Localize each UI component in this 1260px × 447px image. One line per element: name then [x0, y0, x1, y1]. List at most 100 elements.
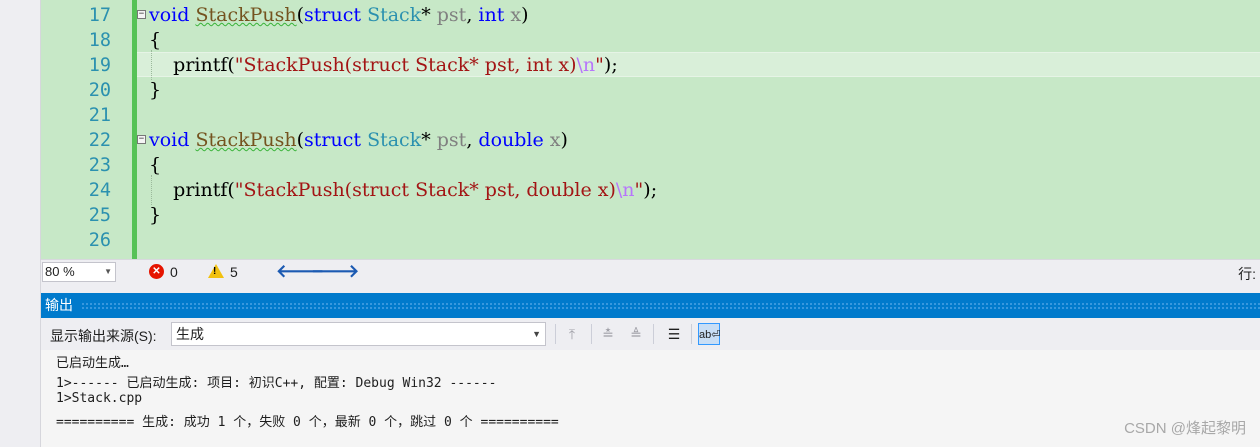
line-number: 17 — [88, 5, 111, 26]
line-number: 19 — [88, 55, 111, 76]
toolbar-separator — [691, 324, 692, 344]
code-token: struct — [304, 4, 362, 26]
next-message-icon[interactable]: ≜ — [625, 323, 647, 345]
code-line[interactable]: } — [137, 78, 1260, 103]
code-token: StackPush — [195, 129, 297, 151]
left-strip — [0, 0, 41, 447]
line-number: 24 — [88, 180, 111, 201]
code-text: void StackPush(struct Stack* pst, double… — [149, 128, 568, 153]
code-token: } — [149, 79, 162, 101]
toolbar-separator — [555, 324, 556, 344]
code-token: x — [510, 4, 522, 26]
output-line: ========== 生成: 成功 1 个，失败 0 个，最新 0 个，跳过 0… — [56, 414, 559, 430]
code-token: "StackPush(struct Stack* pst, int x) — [234, 54, 577, 76]
code-token: , — [466, 4, 479, 26]
arrow-right-icon[interactable]: 🡒 — [311, 261, 359, 282]
toolbar-separator — [653, 324, 654, 344]
clear-all-icon[interactable]: ☰ — [663, 323, 685, 345]
code-token: Stack — [367, 4, 422, 26]
code-token: ( — [296, 4, 305, 26]
code-token: pst — [436, 4, 467, 26]
word-wrap-icon[interactable]: ab⏎ — [698, 323, 720, 345]
chevron-down-icon: ▼ — [532, 329, 541, 339]
code-line[interactable]: printf("StackPush(struct Stack* pst, int… — [137, 53, 1260, 78]
output-panel-title[interactable]: 输出 — [41, 293, 1260, 318]
warning-count[interactable]: 5 — [230, 264, 238, 280]
code-line[interactable]: { — [137, 28, 1260, 53]
code-token: ) — [560, 129, 568, 151]
row-indicator: 行: — [1238, 266, 1256, 282]
code-text: } — [149, 203, 161, 228]
warning-icon[interactable]: ! — [208, 264, 224, 278]
line-number: 25 — [88, 205, 111, 226]
code-token: struct — [304, 129, 362, 151]
output-line: 1>------ 已启动生成: 项目: 初识C++, 配置: Debug Win… — [56, 375, 497, 391]
code-token: StackPush — [195, 4, 297, 26]
code-token: ); — [643, 179, 658, 201]
code-token: * — [421, 129, 437, 151]
code-token: Stack — [367, 129, 422, 151]
code-token: printf( — [149, 54, 235, 76]
code-line[interactable]: − void StackPush(struct Stack* pst, doubl… — [137, 128, 1260, 153]
code-editor[interactable]: 17 18 19 20 21 22 23 24 25 26 − void StackPush(str… — [41, 0, 1260, 259]
code-token: int — [478, 4, 505, 26]
code-line[interactable]: { — [137, 153, 1260, 178]
code-line[interactable] — [137, 228, 1260, 253]
code-token: \n — [615, 179, 635, 201]
code-text: printf("StackPush(struct Stack* pst, int… — [149, 53, 618, 78]
output-source-select[interactable]: 生成 ▼ — [171, 322, 546, 346]
error-icon[interactable]: ✕ — [149, 264, 164, 279]
output-source-value: 生成 — [176, 326, 204, 342]
line-number: 18 — [88, 30, 111, 51]
code-token: ( — [296, 129, 305, 151]
editor-status-bar: 80 % ▼ ✕ 0 ! 5 🡐 🡒 行: — [41, 259, 1260, 283]
zoom-dropdown[interactable]: 80 % ▼ — [42, 262, 116, 282]
output-toolbar: 显示输出来源(S): 生成 ▼ ⤒ ≛ ≜ ☰ ab⏎ — [41, 318, 1260, 350]
code-token: x — [549, 129, 561, 151]
error-count[interactable]: 0 — [170, 264, 178, 280]
code-line[interactable]: − void StackPush(struct Stack* pst, int x… — [137, 3, 1260, 28]
code-line[interactable]: } — [137, 203, 1260, 228]
code-area[interactable]: − void StackPush(struct Stack* pst, int x… — [137, 0, 1260, 259]
code-token: , — [466, 129, 479, 151]
output-title-text: 输出 — [45, 297, 73, 313]
code-text: void StackPush(struct Stack* pst, int x) — [149, 3, 529, 28]
output-source-label: 显示输出来源(S): — [50, 328, 157, 344]
code-token: pst — [436, 129, 467, 151]
output-line: 已启动生成… — [56, 356, 129, 371]
code-token: ); — [603, 54, 618, 76]
output-line: 1>Stack.cpp — [56, 391, 143, 406]
line-number: 21 — [88, 105, 111, 126]
output-text-area[interactable]: 已启动生成… 1>------ 已启动生成: 项目: 初识C++, 配置: Deb… — [41, 350, 1260, 447]
code-token: { — [149, 154, 162, 176]
code-token: void — [149, 129, 190, 151]
collapse-icon[interactable]: − — [137, 135, 146, 144]
line-number: 20 — [88, 80, 111, 101]
code-token: " — [595, 54, 604, 76]
indent-guide — [151, 50, 152, 80]
zoom-value: 80 % — [45, 264, 75, 279]
code-token: ) — [521, 4, 529, 26]
code-line[interactable]: printf("StackPush(struct Stack* pst, dou… — [137, 178, 1260, 203]
watermark: CSDN @烽起黎明 — [1124, 420, 1246, 437]
indent-guide — [151, 175, 152, 205]
code-token: * — [421, 4, 437, 26]
toolbar-separator — [591, 324, 592, 344]
code-token: "StackPush(struct Stack* pst, double x) — [234, 179, 616, 201]
code-text: printf("StackPush(struct Stack* pst, dou… — [149, 178, 657, 203]
line-number: 23 — [88, 155, 111, 176]
code-text: } — [149, 78, 161, 103]
code-token: } — [149, 204, 162, 226]
code-token: void — [149, 4, 190, 26]
chevron-down-icon: ▼ — [104, 267, 112, 276]
line-number: 22 — [88, 130, 111, 151]
collapse-icon[interactable]: − — [137, 10, 146, 19]
line-number: 26 — [88, 230, 111, 251]
code-token: double — [478, 129, 544, 151]
code-token: \n — [576, 54, 596, 76]
previous-message-icon[interactable]: ≛ — [597, 323, 619, 345]
code-token: printf( — [149, 179, 235, 201]
line-number-gutter: 17 18 19 20 21 22 23 24 25 26 — [41, 0, 132, 259]
find-message-in-code-icon[interactable]: ⤒ — [561, 323, 583, 345]
code-line[interactable] — [137, 103, 1260, 128]
